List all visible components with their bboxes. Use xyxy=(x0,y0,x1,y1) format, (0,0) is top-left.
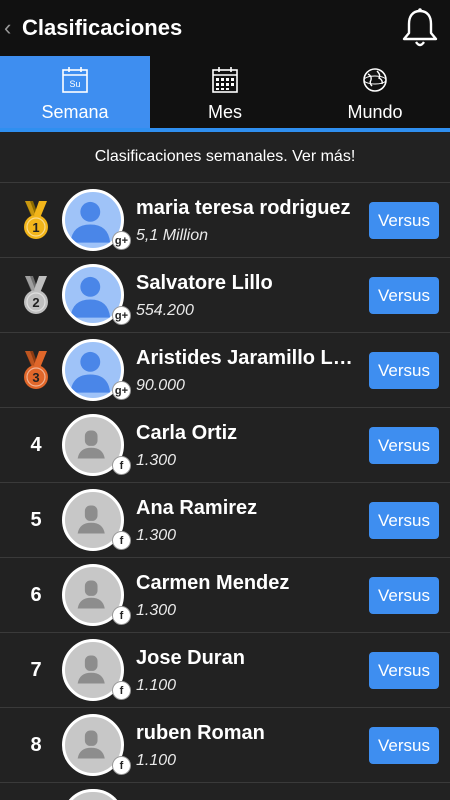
rank-number: 7 xyxy=(30,659,42,681)
calendar-su-text: Su xyxy=(69,79,80,89)
tab-semana[interactable]: Su Semana xyxy=(0,56,150,128)
player-score: 554.200 xyxy=(136,302,194,319)
ranking-row: 7 f Jose Duran 1.100 Versus xyxy=(0,632,450,707)
rank-number: 8 xyxy=(30,734,42,756)
player-score: 1.300 xyxy=(136,602,177,619)
gold-medal-icon: 1 xyxy=(16,183,56,258)
player-name: Ana Ramirez xyxy=(136,497,258,519)
versus-button[interactable]: Versus xyxy=(369,277,439,314)
weekly-ranking-link[interactable]: Clasificaciones semanales. Ver más! xyxy=(0,132,450,182)
tab-mes[interactable]: Mes xyxy=(150,56,300,128)
silver-medal-icon: 2 xyxy=(16,258,56,333)
facebook-icon: f xyxy=(112,531,131,550)
google-plus-icon: g+ xyxy=(112,306,131,325)
player-score: 90.000 xyxy=(136,377,185,394)
versus-button[interactable]: Versus xyxy=(369,652,439,689)
bronze-medal-icon: 3 xyxy=(16,333,56,408)
facebook-icon: f xyxy=(112,681,131,700)
facebook-icon: f xyxy=(112,456,131,475)
versus-button[interactable]: Versus xyxy=(369,727,439,764)
ranking-row: 2 g+ Salvatore Lillo 554.200 Versus xyxy=(0,257,450,332)
player-score: 1.100 xyxy=(136,752,177,769)
tab-label: Mes xyxy=(207,102,242,122)
tab-label: Semana xyxy=(41,102,109,122)
player-score: 5,1 Million xyxy=(136,227,209,244)
player-name: ruben Roman xyxy=(136,722,265,744)
back-chevron-icon[interactable]: ‹ xyxy=(4,0,22,56)
ranking-list: 1 g+ maria teresa rodriguez 5,1 Million Vers… xyxy=(0,182,450,800)
versus-button[interactable]: Versus xyxy=(369,202,439,239)
rank-number: 3 xyxy=(32,370,39,385)
player-score: 1.300 xyxy=(136,452,177,469)
tab-mundo[interactable]: Mundo xyxy=(300,56,450,128)
calendar-su-icon: Su xyxy=(62,67,88,93)
facebook-icon: f xyxy=(112,606,131,625)
rank-number: 2 xyxy=(32,295,39,310)
avatar[interactable] xyxy=(62,789,124,800)
ranking-row: 8 f ruben Roman 1.100 Versus xyxy=(0,707,450,782)
versus-button[interactable]: Versus xyxy=(369,577,439,614)
player-name: Salvatore Lillo xyxy=(136,272,273,294)
ranking-row: 5 f Ana Ramirez 1.300 Versus xyxy=(0,482,450,557)
player-score: 1.100 xyxy=(136,677,177,694)
player-name: Aristides Jaramillo Lopez xyxy=(136,347,364,369)
player-name: Carla Ortiz xyxy=(136,422,238,444)
player-score: 1.300 xyxy=(136,527,177,544)
player-name: Jose Duran xyxy=(136,647,245,669)
facebook-icon: f xyxy=(112,756,131,775)
rank-number: 6 xyxy=(30,584,42,606)
player-name: Carmen Mendez xyxy=(136,572,290,594)
page-title: Clasificaciones xyxy=(22,15,183,40)
ranking-row: 4 f Carla Ortiz 1.300 Versus xyxy=(0,407,450,482)
rank-number: 4 xyxy=(30,434,42,456)
ranking-row: 1 g+ maria teresa rodriguez 5,1 Million Vers… xyxy=(0,182,450,257)
calendar-month-icon xyxy=(212,67,238,93)
globe-icon xyxy=(363,68,387,92)
ranking-row: 6 f Carmen Mendez 1.300 Versus xyxy=(0,557,450,632)
tab-bar: Su Semana Mes Mundo xyxy=(0,56,450,132)
versus-button[interactable]: Versus xyxy=(369,427,439,464)
google-plus-icon: g+ xyxy=(112,381,131,400)
rank-number: 1 xyxy=(32,220,39,235)
bell-icon[interactable] xyxy=(400,6,440,50)
ranking-row: 3 g+ Aristides Jaramillo Lopez 90.000 Versus xyxy=(0,332,450,407)
ranking-row xyxy=(0,782,450,800)
google-plus-icon: g+ xyxy=(112,231,131,250)
tab-label: Mundo xyxy=(347,102,403,122)
versus-button[interactable]: Versus xyxy=(369,352,439,389)
player-name: maria teresa rodriguez xyxy=(136,197,351,219)
app-header: ‹ Clasificaciones xyxy=(0,0,450,56)
rank-number: 5 xyxy=(30,509,42,531)
versus-button[interactable]: Versus xyxy=(369,502,439,539)
